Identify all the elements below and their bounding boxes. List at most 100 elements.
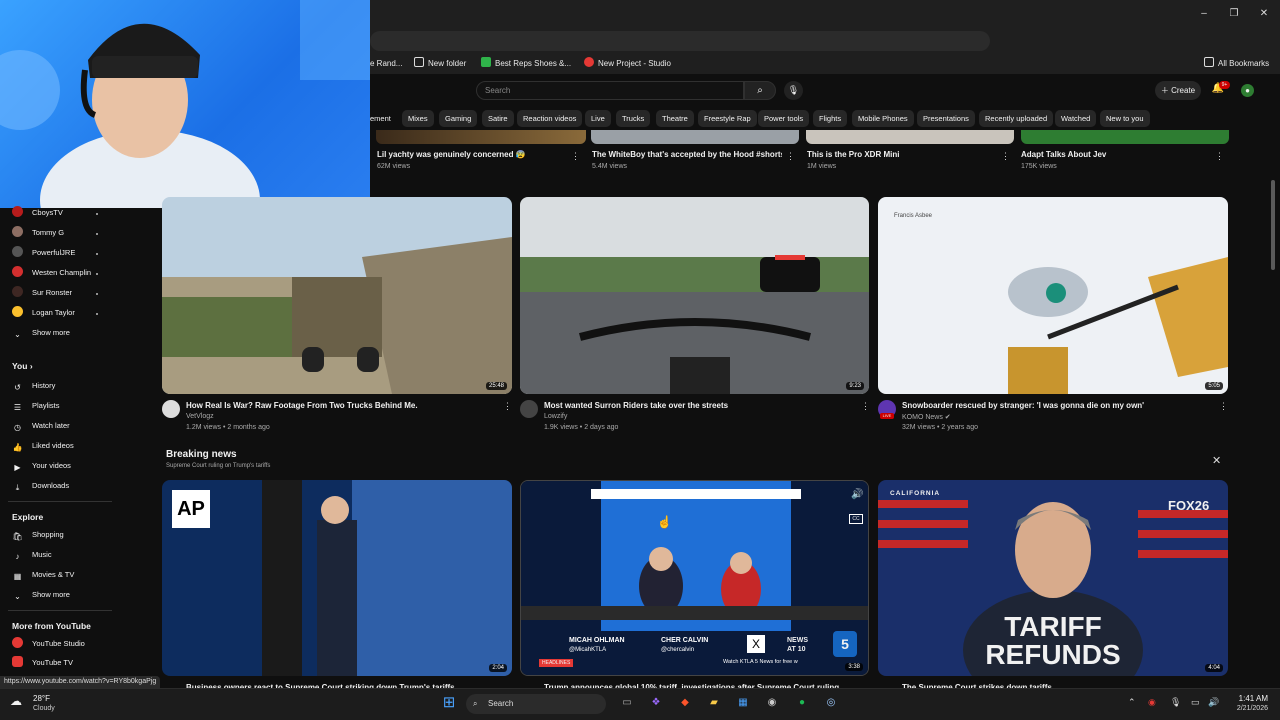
search-button[interactable]: ⌕: [744, 81, 776, 100]
more-options-icon[interactable]: ⋮: [1215, 151, 1224, 162]
short-thumbnail[interactable]: [376, 130, 586, 144]
short-thumbnail[interactable]: [806, 130, 1014, 144]
more-options-icon[interactable]: ⋮: [571, 151, 580, 162]
sidebar-item-music[interactable]: ♪ Music: [12, 547, 52, 563]
sidebar-item-history[interactable]: ↺ History: [12, 378, 55, 394]
channel-avatar[interactable]: [520, 400, 538, 418]
restore-icon[interactable]: ❐: [1226, 6, 1242, 22]
chip[interactable]: New to you: [1100, 110, 1150, 127]
video-title[interactable]: Snowboarder rescued by stranger: 'I was …: [902, 401, 1212, 410]
chip[interactable]: Flights: [813, 110, 848, 127]
page-scrollbar[interactable]: [1271, 180, 1275, 270]
weather-icon[interactable]: ☁: [10, 694, 28, 708]
captions-icon[interactable]: CC: [849, 514, 863, 524]
sidebar-item-downloads[interactable]: ⤓ Downloads: [12, 478, 69, 494]
chip[interactable]: Freestyle Rap: [698, 110, 757, 127]
tray-chevron-icon[interactable]: ⌃: [1128, 697, 1136, 708]
chip[interactable]: Trucks: [616, 110, 651, 127]
video-thumbnail[interactable]: 25:48: [162, 197, 512, 394]
ms-store-icon[interactable]: ▦: [733, 693, 753, 713]
sidebar-item-your-videos[interactable]: ▶ Your videos: [12, 458, 71, 474]
chip[interactable]: Presentations: [917, 110, 975, 127]
close-window-icon[interactable]: ✕: [1256, 6, 1272, 22]
video-title[interactable]: Most wanted Surron Riders take over the …: [544, 401, 854, 410]
short-title[interactable]: The WhiteBoy that's accepted by the Hood…: [592, 150, 782, 159]
chip[interactable]: ement: [370, 110, 391, 127]
account-avatar[interactable]: ●: [1241, 84, 1254, 97]
sidebar-explore-show-more[interactable]: ⌄ Show more: [12, 587, 70, 603]
chip[interactable]: Mobile Phones: [852, 110, 914, 127]
weather-temp[interactable]: 28°F: [33, 694, 50, 703]
spotify-icon[interactable]: ●: [792, 693, 812, 713]
sidebar-subscription[interactable]: Sur Ronster: [12, 285, 72, 301]
chip[interactable]: Mixes: [402, 110, 434, 127]
bookmark-item[interactable]: New Project - Studio: [584, 57, 671, 71]
sidebar-item-youtube-tv[interactable]: YouTube TV: [12, 655, 73, 671]
more-options-icon[interactable]: ⋮: [1001, 151, 1010, 162]
chip[interactable]: Watched: [1055, 110, 1097, 127]
short-title[interactable]: This is the Pro XDR Mini: [807, 150, 997, 159]
chip[interactable]: Gaming: [439, 110, 478, 127]
all-bookmarks[interactable]: All Bookmarks: [1204, 57, 1269, 71]
chip[interactable]: Reaction videos: [517, 110, 583, 127]
task-view-icon[interactable]: ▭: [617, 693, 637, 713]
short-title[interactable]: Adapt Talks About Jev: [1021, 150, 1211, 159]
microphone-tray-icon[interactable]: 🎙: [1170, 697, 1181, 708]
video-title[interactable]: How Real Is War? Raw Footage From Two Tr…: [186, 401, 496, 410]
channel-name[interactable]: KOMO News ✔: [902, 413, 951, 421]
sidebar-subscription[interactable]: Tommy G: [12, 225, 64, 241]
chip[interactable]: Satire: [482, 110, 514, 127]
create-button[interactable]: ＋ Create: [1155, 81, 1201, 100]
news-video-player[interactable]: MICAH OHLMAN @MicahKTLA CHER CALVIN @che…: [520, 480, 869, 676]
file-explorer-icon[interactable]: ▰: [704, 693, 724, 713]
sidebar-item-shopping[interactable]: 🛍 Shopping: [12, 527, 63, 543]
taskbar-search[interactable]: ⌕ Search: [466, 694, 606, 714]
video-thumbnail[interactable]: Francis Asbee 5:05: [878, 197, 1228, 394]
sidebar-item-liked-videos[interactable]: 👍 Liked videos: [12, 438, 74, 454]
channel-name[interactable]: VetVlogz: [186, 413, 214, 420]
windows-start-icon[interactable]: ⊞: [439, 693, 459, 713]
news-thumbnail[interactable]: CALIFORNIA FOX26 TARIFF REFUNDS 4:04: [878, 480, 1228, 676]
sidebar-subscription[interactable]: PowerfulJRE: [12, 245, 75, 261]
address-bar[interactable]: [370, 31, 990, 51]
microphone-icon[interactable]: 🎙: [784, 81, 803, 100]
minimize-icon[interactable]: –: [1196, 6, 1212, 22]
sidebar-subscription[interactable]: Westen Champlin: [12, 265, 91, 281]
short-thumbnail[interactable]: [1021, 130, 1229, 144]
volume-tray-icon[interactable]: 🔊: [1208, 697, 1219, 708]
sidebar-item-playlists[interactable]: ☰ Playlists: [12, 398, 60, 414]
chip[interactable]: Power tools: [758, 110, 810, 127]
short-thumbnail[interactable]: [591, 130, 799, 144]
sidebar-subscription[interactable]: CboysTV: [12, 205, 63, 221]
brave-browser-icon[interactable]: ◆: [675, 693, 695, 713]
clock-time[interactable]: 1:41 AM: [1230, 694, 1268, 703]
sidebar-section-you[interactable]: You ›: [12, 361, 33, 371]
more-options-icon[interactable]: ⋮: [503, 401, 512, 412]
news-thumbnail[interactable]: AP 2:04: [162, 480, 512, 676]
steam-icon[interactable]: ◎: [821, 693, 841, 713]
channel-name[interactable]: Lowzify: [544, 413, 567, 420]
tray-app-icon[interactable]: ◉: [1148, 697, 1156, 708]
bookmark-item[interactable]: e Rand...: [370, 57, 402, 71]
obs-icon[interactable]: ◉: [762, 693, 782, 713]
channel-avatar[interactable]: [162, 400, 180, 418]
video-thumbnail[interactable]: 9:23: [520, 197, 869, 394]
volume-icon[interactable]: 🔊: [851, 489, 863, 500]
chip[interactable]: Recently uploaded: [979, 110, 1054, 127]
chip[interactable]: Live: [585, 110, 611, 127]
sidebar-item-youtube-studio[interactable]: YouTube Studio: [12, 636, 85, 652]
clock-date[interactable]: 2/21/2026: [1222, 705, 1268, 712]
bookmark-item[interactable]: Best Reps Shoes &...: [481, 57, 571, 71]
close-shelf-icon[interactable]: ✕: [1212, 454, 1221, 467]
more-options-icon[interactable]: ⋮: [1219, 401, 1228, 412]
search-input[interactable]: Search: [476, 81, 744, 100]
more-options-icon[interactable]: ⋮: [861, 401, 870, 412]
chip[interactable]: Theatre: [656, 110, 694, 127]
network-icon[interactable]: ▭: [1191, 697, 1200, 708]
sidebar-item-watch-later[interactable]: ◷ Watch later: [12, 418, 70, 434]
copilot-icon[interactable]: ❖: [646, 693, 666, 713]
more-options-icon[interactable]: ⋮: [786, 151, 795, 162]
bookmark-folder[interactable]: New folder: [414, 57, 466, 71]
short-title[interactable]: Lil yachty was genuinely concerned 😰: [377, 150, 567, 159]
sidebar-item-movies-tv[interactable]: ▦ Movies & TV: [12, 567, 75, 583]
